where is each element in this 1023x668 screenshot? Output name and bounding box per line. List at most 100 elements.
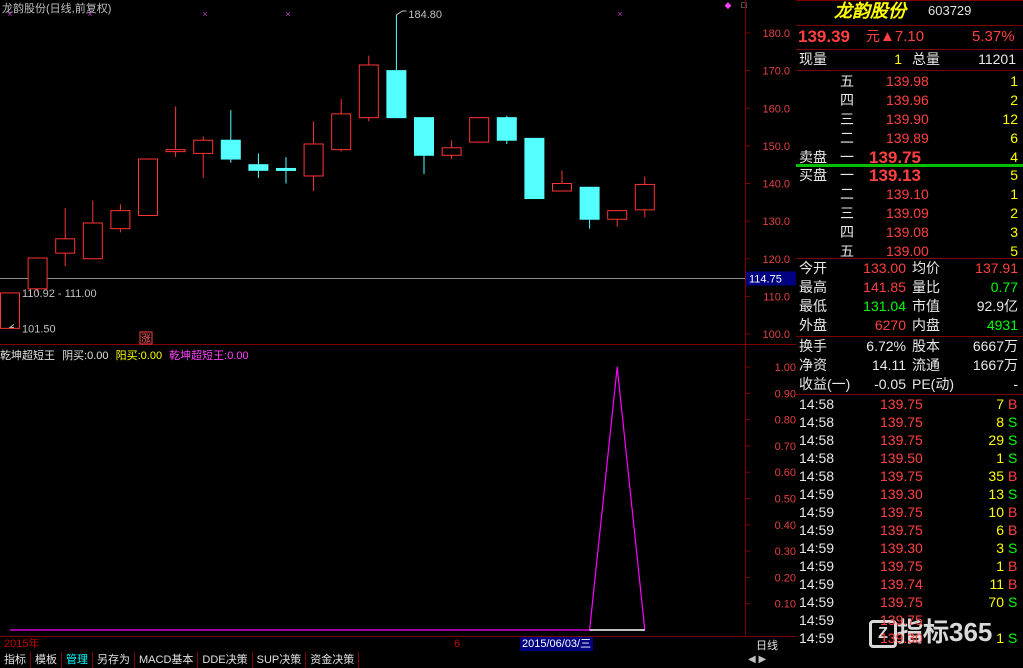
stat-row[interactable]: 今开 133.00 均价 137.91 bbox=[796, 259, 1021, 278]
tick-row[interactable]: 14:58 139.75 8 S bbox=[796, 413, 1021, 432]
ask-row[interactable]: 三 139.90 12 bbox=[796, 110, 1021, 129]
candle-body[interactable] bbox=[248, 164, 269, 171]
tab-dde[interactable]: DDE决策 bbox=[198, 652, 253, 668]
ask-volume: 1 bbox=[1010, 73, 1018, 89]
tick-volume: 8 bbox=[996, 414, 1004, 430]
stat-row[interactable]: 最高 141.85 量比 0.77 bbox=[796, 278, 1021, 297]
ask-row[interactable]: 四 139.96 2 bbox=[796, 91, 1021, 110]
candle-body[interactable] bbox=[579, 186, 600, 220]
stat-value: 6270 bbox=[874, 317, 906, 333]
tick-row[interactable]: 14:59 139.75 70 S bbox=[796, 593, 1021, 612]
tab-macd[interactable]: MACD基本 bbox=[135, 652, 199, 668]
tick-row[interactable]: 14:59 139.75 6 B bbox=[796, 521, 1021, 540]
candle-body[interactable] bbox=[193, 139, 214, 154]
ask-price: 139.96 bbox=[886, 92, 929, 108]
fundamental-row[interactable]: 换手 6.72% 股本 6667万 bbox=[796, 337, 1021, 356]
bid-level: 三 bbox=[840, 205, 854, 221]
candle-body[interactable] bbox=[303, 143, 324, 177]
tick-row[interactable]: 14:59 139.30 3 S bbox=[796, 539, 1021, 558]
candle-body[interactable] bbox=[414, 117, 434, 156]
candle-body[interactable] bbox=[27, 257, 48, 290]
tab-sup[interactable]: SUP决策 bbox=[252, 652, 307, 668]
ask-row[interactable]: 卖盘一 139.75 4 bbox=[796, 148, 1021, 167]
candle-body[interactable] bbox=[469, 117, 490, 143]
stat-value: 92.9亿 bbox=[976, 298, 1018, 314]
candle-body[interactable] bbox=[82, 222, 103, 260]
fundamental-label: 股本 bbox=[912, 338, 940, 354]
candle-body[interactable] bbox=[55, 238, 76, 254]
total-volume-label: 总量 bbox=[912, 51, 940, 67]
ask-row[interactable]: 二 139.89 6 bbox=[796, 129, 1021, 148]
bid-row[interactable]: 三 139.09 2 bbox=[796, 204, 1021, 223]
ask-volume: 4 bbox=[1010, 149, 1018, 165]
bid-level: 一 bbox=[840, 167, 854, 183]
ask-volume: 6 bbox=[1010, 130, 1018, 146]
bid-row[interactable]: 二 139.10 1 bbox=[796, 185, 1021, 204]
bid-row[interactable]: 买盘一 139.13 5 bbox=[796, 166, 1021, 185]
candle-body[interactable] bbox=[331, 113, 352, 151]
tick-price: 139.30 bbox=[880, 540, 923, 556]
tick-side: S bbox=[1008, 414, 1018, 430]
tab-manage[interactable]: 管理 bbox=[62, 652, 93, 668]
candle-body[interactable] bbox=[607, 210, 628, 220]
tick-volume: 7 bbox=[996, 396, 1004, 412]
tick-price: 139.30 bbox=[880, 486, 923, 502]
tick-row[interactable]: 14:59 139.75 bbox=[796, 611, 1021, 630]
tick-row[interactable]: 14:59 139.75 10 B bbox=[796, 503, 1021, 522]
scroll-arrows[interactable]: ◀ ▶ bbox=[748, 654, 766, 665]
candle-body[interactable] bbox=[165, 149, 186, 153]
stat-label: 市值 bbox=[912, 298, 940, 314]
tick-row[interactable]: 14:59 139.74 11 B bbox=[796, 575, 1021, 594]
y-tick-label: 160.0 bbox=[762, 103, 790, 115]
candle-body[interactable] bbox=[496, 117, 517, 141]
candle-body[interactable] bbox=[386, 70, 407, 119]
indicator-y-tick-label: 0.60 bbox=[775, 467, 796, 479]
fundamental-row[interactable]: 收益(一) -0.05 PE(动) - bbox=[796, 375, 1021, 394]
indicator-chart[interactable]: 1.00 0.90 0.80 0.70 0.60 0.50 0.40 0.30 0.20 0.10… bbox=[0, 345, 796, 637]
tab-indicator[interactable]: 指标 bbox=[0, 652, 31, 668]
candle-body[interactable] bbox=[0, 292, 20, 329]
candle-body[interactable] bbox=[358, 64, 379, 119]
tick-time: 14:59 bbox=[799, 486, 835, 502]
candle-body[interactable] bbox=[552, 183, 572, 192]
indicator-y-tick-label: 1.00 bbox=[775, 362, 796, 374]
candle-body[interactable] bbox=[524, 137, 545, 200]
tick-row[interactable]: 14:58 139.75 29 S bbox=[796, 431, 1021, 450]
candle-body[interactable] bbox=[441, 147, 462, 156]
tick-row[interactable]: 14:59 139.75 1 B bbox=[796, 557, 1021, 576]
bid-row[interactable]: 四 139.08 3 bbox=[796, 223, 1021, 242]
tick-price: 139.75 bbox=[880, 432, 923, 448]
stat-row[interactable]: 最低 131.04 市值 92.9亿 bbox=[796, 297, 1021, 316]
bid-level: 四 bbox=[840, 224, 854, 240]
candle-body[interactable] bbox=[110, 210, 131, 230]
period-label[interactable]: 日线 bbox=[756, 637, 778, 653]
tick-row[interactable]: 14:58 139.50 1 S bbox=[796, 449, 1021, 468]
candle-body[interactable] bbox=[138, 158, 158, 216]
y-tick-label: 170.0 bbox=[762, 66, 790, 78]
fundamental-row[interactable]: 净资 14.11 流通 1667万 bbox=[796, 356, 1021, 375]
tick-time: 14:59 bbox=[799, 522, 835, 538]
tick-row[interactable]: 14:58 139.75 7 B bbox=[796, 395, 1021, 414]
stat-label: 今开 bbox=[799, 260, 827, 276]
indicator-y-tick-label: 0.10 bbox=[775, 599, 796, 611]
candle-body[interactable] bbox=[220, 139, 241, 160]
tab-template[interactable]: 模板 bbox=[31, 652, 62, 668]
stat-row[interactable]: 外盘 6270 内盘 4931 bbox=[796, 316, 1021, 335]
ask-row[interactable]: 五 139.98 1 bbox=[796, 72, 1021, 91]
candlestick-chart[interactable]: 180.0 170.0 160.0 150.0 140.0 130.0 120.0 110.0… bbox=[0, 0, 796, 345]
tick-row[interactable]: 14:59 139.30 1 S bbox=[796, 629, 1021, 648]
tick-time: 14:59 bbox=[799, 630, 835, 646]
indicator-y-tick-label: 0.30 bbox=[775, 546, 796, 558]
candle-body[interactable] bbox=[276, 167, 296, 171]
fundamental-value: 6667万 bbox=[972, 338, 1018, 354]
tab-save-as[interactable]: 另存为 bbox=[93, 652, 135, 668]
tick-row[interactable]: 14:58 139.75 35 B bbox=[796, 467, 1021, 486]
fundamental-label: 净资 bbox=[799, 357, 827, 373]
tick-row[interactable]: 14:59 139.30 13 S bbox=[796, 485, 1021, 504]
tick-volume: 1 bbox=[996, 630, 1004, 646]
date-year: 2015年 bbox=[4, 638, 40, 650]
candle-body[interactable] bbox=[634, 183, 655, 211]
tick-time: 14:59 bbox=[799, 540, 835, 556]
tab-fund[interactable]: 资金决策 bbox=[306, 652, 360, 668]
date-axis: 2015年 6 2015/06/03/三 bbox=[0, 637, 745, 651]
